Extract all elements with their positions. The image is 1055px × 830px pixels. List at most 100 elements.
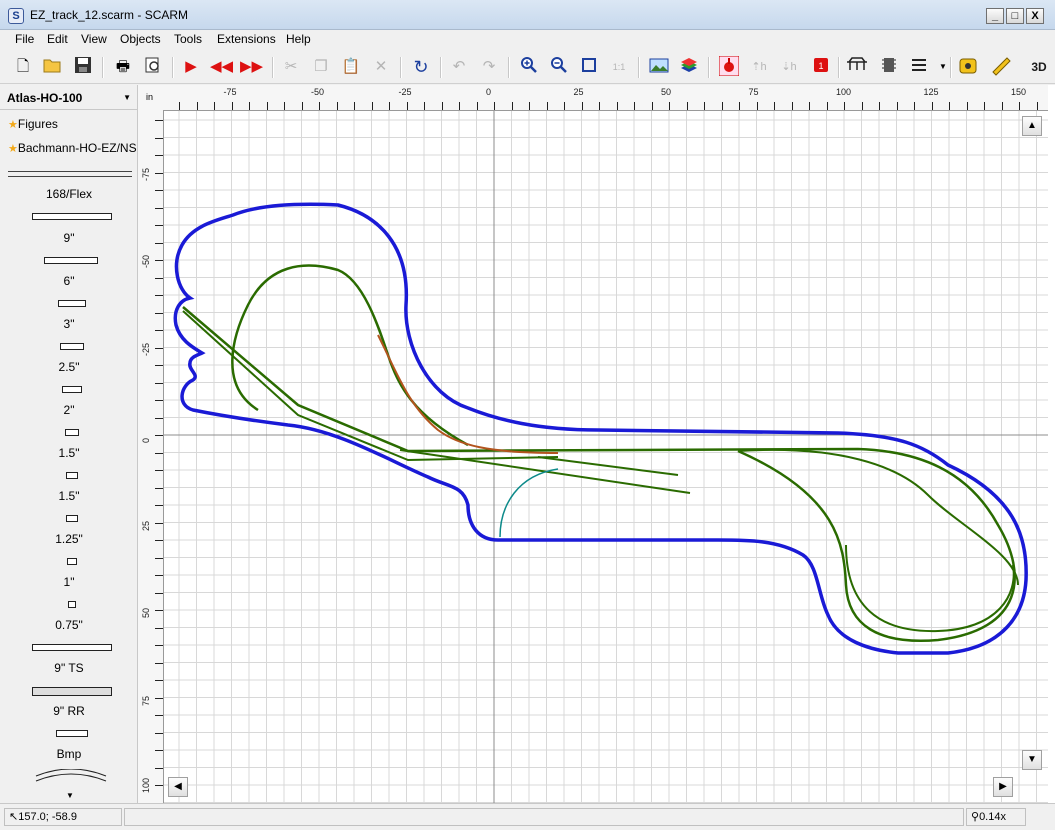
part-label[interactable]: 0.75" (0, 618, 137, 632)
delete-icon[interactable]: ✕ (370, 56, 392, 78)
parallel-tracks-icon[interactable] (908, 56, 930, 78)
menu-edit[interactable]: Edit (45, 32, 70, 46)
open-folder-icon[interactable] (42, 56, 64, 78)
scroll-down-button[interactable]: ▼ (1022, 750, 1042, 770)
play-icon[interactable]: ▶ (180, 56, 202, 78)
menu-bar: File Edit View Objects Tools Extensions … (0, 30, 1055, 50)
part-label[interactable]: 9" RR (0, 704, 137, 718)
tunnel-icon[interactable] (878, 56, 900, 78)
layers-icon[interactable] (678, 56, 700, 78)
part-label[interactable]: 2.5" (0, 360, 137, 374)
track-siding (377, 334, 559, 454)
zoom-in-icon[interactable] (518, 56, 540, 78)
svg-text:1: 1 (818, 61, 823, 71)
3d-view-icon[interactable]: 3D (1024, 56, 1054, 78)
background-image-icon[interactable] (648, 56, 670, 78)
part-label[interactable]: 3" (0, 317, 137, 331)
part-label[interactable]: Bmp (0, 747, 137, 761)
scroll-left-button[interactable]: ◀ (168, 777, 188, 797)
part-label[interactable]: 1" (0, 575, 137, 589)
part-label[interactable]: 6" (0, 274, 137, 288)
part-label[interactable]: 1.25" (0, 532, 137, 546)
new-file-icon[interactable]: 🗋 (12, 56, 34, 78)
bridge-icon[interactable] (846, 56, 868, 78)
zoom-1to1-icon[interactable]: 1:1 (608, 56, 630, 78)
scroll-up-button[interactable]: ▲ (1022, 116, 1042, 136)
layout-canvas[interactable]: in -75 -50 -25 0 25 50 75 100 125 150 -75 -50 -25 0 2… (138, 85, 1055, 804)
track-lower-loop (845, 544, 1015, 633)
star-icon: ★ (8, 119, 18, 131)
part-label[interactable]: 9" (0, 231, 137, 245)
menu-help[interactable]: Help (284, 32, 313, 46)
part-label[interactable]: 1.5" (0, 446, 137, 460)
library-dropdown[interactable]: Atlas-HO-100 ▼ (3, 89, 135, 107)
elevation-up-icon[interactable]: ⇡h (748, 56, 770, 78)
menu-file[interactable]: File (13, 32, 36, 46)
part-bumper[interactable] (56, 730, 88, 737)
rewind-icon[interactable]: ◀◀ (210, 56, 233, 78)
minimize-button[interactable]: _ (986, 8, 1004, 24)
track-spur-curve (499, 468, 559, 538)
table-outline (173, 202, 1028, 655)
redo-icon[interactable]: ↷ (478, 56, 500, 78)
part-straight-0-75[interactable] (68, 601, 76, 608)
part-label[interactable]: 1.5" (0, 489, 137, 503)
track-inner-loop (182, 310, 559, 462)
zoom-fit-icon[interactable] (578, 56, 600, 78)
track-main-loop (182, 306, 1016, 642)
connector-icon[interactable]: 1 (810, 56, 832, 78)
main-toolbar: 🗋 🖶 ▶ ◀◀ ▶▶ ✂ ❐ 📋 ✕ ↻ ↶ ↷ 1:1 ⇡h ⇣h 1 ▼ … (0, 52, 1055, 84)
part-straight-2-5[interactable] (62, 386, 82, 393)
part-straight-1[interactable] (67, 558, 77, 565)
window-title: EZ_track_12.scarm - SCARM (30, 8, 189, 22)
rotate-icon[interactable]: ↻ (410, 56, 432, 78)
cursor-position: ↖157.0; -58.9 (4, 808, 122, 826)
menu-extensions[interactable]: Extensions (215, 32, 278, 46)
undo-icon[interactable]: ↶ (448, 56, 470, 78)
cut-icon[interactable]: ✂ (280, 56, 302, 78)
zoom-level: ⚲0.14x (966, 808, 1026, 826)
save-icon[interactable] (72, 56, 94, 78)
elevation-down-icon[interactable]: ⇣h (778, 56, 800, 78)
parts-library-panel: Atlas-HO-100 ▼ ★Figures ★Bachmann-HO-EZ/… (0, 85, 138, 803)
scroll-down-icon[interactable]: ▼ (66, 791, 74, 800)
track-outer-return (737, 448, 1019, 586)
scarm-app-icon: S (8, 8, 24, 24)
part-label[interactable]: 168/Flex (0, 187, 137, 201)
menu-objects[interactable]: Objects (118, 32, 163, 46)
track-plan[interactable] (138, 85, 1055, 803)
star-icon: ★ (8, 143, 18, 155)
paste-icon[interactable]: 📋 (340, 56, 362, 78)
library-link-bachmann[interactable]: ★Bachmann-HO-EZ/NS (8, 141, 137, 155)
part-curve[interactable] (34, 769, 108, 783)
part-straight-9[interactable] (44, 257, 98, 264)
track-spur-stub (537, 456, 679, 476)
part-straight-1-5b[interactable] (66, 515, 78, 522)
part-straight-1-5[interactable] (66, 472, 78, 479)
part-straight-6[interactable] (58, 300, 86, 307)
part-terminal-section[interactable] (32, 644, 112, 651)
title-bar: S EZ_track_12.scarm - SCARM _ □ X (0, 0, 1055, 30)
track-height-icon[interactable] (718, 55, 740, 78)
menu-view[interactable]: View (79, 32, 109, 46)
scroll-right-button[interactable]: ▶ (993, 777, 1013, 797)
zoom-out-icon[interactable] (548, 56, 570, 78)
print-icon[interactable]: 🖶 (112, 56, 134, 78)
menu-tools[interactable]: Tools (172, 32, 204, 46)
close-button[interactable]: X (1026, 8, 1044, 24)
library-link-figures[interactable]: ★Figures (8, 117, 58, 131)
measure-tape-icon[interactable] (958, 56, 980, 78)
print-preview-icon[interactable] (142, 56, 164, 78)
maximize-button[interactable]: □ (1006, 8, 1024, 24)
part-label[interactable]: 2" (0, 403, 137, 417)
part-straight-2[interactable] (65, 429, 79, 436)
cursor-icon: ↖ (9, 811, 19, 823)
status-bar: ↖157.0; -58.9 ⚲0.14x (0, 803, 1055, 830)
part-flex-track[interactable] (32, 213, 112, 220)
fast-forward-icon[interactable]: ▶▶ (240, 56, 263, 78)
part-straight-3[interactable] (60, 343, 84, 350)
part-label[interactable]: 9" TS (0, 661, 137, 675)
copy-icon[interactable]: ❐ (310, 56, 332, 78)
part-rerailer[interactable] (32, 687, 112, 696)
ruler-icon[interactable] (990, 56, 1012, 78)
